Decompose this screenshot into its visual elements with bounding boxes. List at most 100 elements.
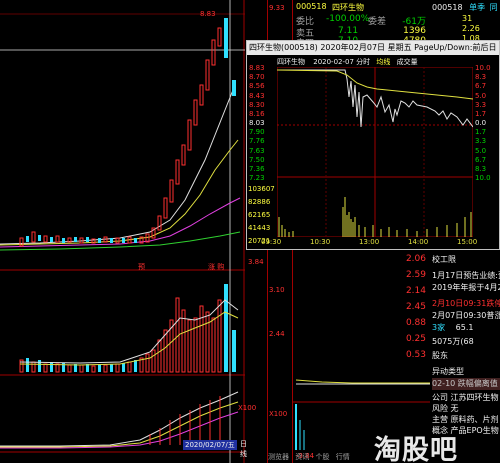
- popup-pct-tick: 1.7: [475, 109, 487, 118]
- news-line-4[interactable]: 2月07日09:30普涨: [432, 310, 500, 322]
- popup-time-tick: 10:30: [310, 238, 331, 246]
- popup-pct-tick: 5.0: [475, 91, 487, 100]
- news-header: 000518 单季 同: [432, 2, 500, 14]
- kline-svg: [0, 0, 245, 463]
- popup-price-tick: 8.30: [249, 100, 265, 109]
- news-code: 000518: [432, 3, 463, 12]
- popup-pct-tick: 3.3: [475, 100, 487, 109]
- bottom-tab-0[interactable]: 测览器: [268, 453, 289, 461]
- popup-pct-tick: 5.0: [475, 146, 487, 155]
- popup-price-tick: 7.50: [249, 155, 265, 164]
- popup-pct-tick: 6.7: [475, 155, 487, 164]
- popup-price-tick: 7.90: [249, 128, 265, 137]
- early-candles: [19, 18, 236, 247]
- popup-pct-tick: 1.7: [475, 128, 487, 137]
- stock-name: 四环生物: [332, 3, 364, 12]
- weibi-row: 委比 -100.00% 委差 -61万: [296, 14, 426, 27]
- popup-pct-tick: 10.0: [475, 64, 491, 72]
- vol-axis-label: X100: [238, 404, 257, 412]
- popup-pct-tick: 10.0: [475, 174, 491, 182]
- bottom-tab-1[interactable]: 资讯: [295, 453, 309, 461]
- watermark-logo: 淘股吧: [374, 435, 458, 463]
- popup-vol-tick: 41443: [248, 224, 271, 232]
- quote-num-4: 0.88: [405, 318, 426, 328]
- news-stat-1: 65.1: [455, 323, 474, 332]
- popup-vol-tick: 62165: [248, 211, 271, 219]
- news-val-0: 31: [462, 14, 473, 23]
- quote-num-1: 2.59: [405, 270, 426, 280]
- news-line-2[interactable]: 2019年年报于4月25: [432, 282, 500, 294]
- quote-header: 000518 四环生物: [292, 2, 430, 14]
- news-line-7: 5075万(68: [432, 337, 474, 346]
- popup-time-tick: 15:00: [457, 238, 478, 246]
- quote-row-f: 0.25: [296, 334, 426, 346]
- news-line-8: 股东: [432, 351, 448, 360]
- weibi-value: -100.00%: [326, 14, 370, 24]
- quote-num-0: 2.06: [405, 254, 426, 264]
- intraday-popup[interactable]: 四环生物(000518) 2020年02月07日 星期五 PageUp/Down…: [246, 40, 500, 250]
- bottom-tab-bar: 测览器 资讯 个股 行情: [268, 452, 350, 463]
- vol-scale-x100: X100: [269, 410, 288, 418]
- popup-chart-svg: [277, 67, 473, 237]
- popup-price-tick: 8.70: [249, 73, 265, 82]
- news-line-5-row: 3家 65.1: [432, 322, 500, 334]
- quote-row-g: 0.53: [296, 350, 426, 362]
- news-tab-0[interactable]: 单季: [469, 3, 485, 12]
- popup-pct-axis: 10.0 8.3 6.7 5.0 3.3 1.7 0.0 1.7 3.3 5.0 6.7 8.3 10.…: [473, 64, 499, 247]
- popup-price-tick: 8.16: [249, 109, 265, 118]
- quote-row-b: 2.59: [296, 270, 426, 282]
- quote-num-5: 0.25: [405, 334, 426, 344]
- popup-pct-tick: 8.3: [475, 164, 487, 173]
- popup-time-tick: 13:00: [359, 238, 380, 246]
- popup-price-tick: 7.63: [249, 146, 265, 155]
- sell5-price: 7.11: [338, 26, 359, 36]
- news-line-10[interactable]: 02-10 跌幅偏离值: [432, 378, 500, 390]
- quote-row-d: 2.45: [296, 302, 426, 314]
- popup-vol-tick: 103607: [248, 185, 275, 193]
- vol-scale-0: 3.10: [269, 286, 285, 294]
- quote-num-2: 2.14: [405, 286, 426, 296]
- popup-sub-vol: 成交量: [396, 58, 418, 66]
- bottom-tab-2[interactable]: 个股: [315, 453, 329, 461]
- quote-row-c: 2.14: [296, 286, 426, 298]
- sell5-vol: 1396: [403, 26, 426, 36]
- quote-num-6: 0.53: [405, 350, 426, 360]
- bottom-tab-3[interactable]: 行情: [336, 453, 350, 461]
- kline-chart-area[interactable]: 8.83 预 涨 购 2020/02/07/五 日线 X100 3.84: [0, 0, 264, 463]
- popup-price-tick: 7.76: [249, 137, 265, 146]
- popup-pct-tick: 6.7: [475, 82, 487, 91]
- popup-pct-tick: 8.3: [475, 73, 487, 82]
- popup-price-tick: 7.23: [249, 174, 265, 182]
- popup-sub-date: 2020-02-07 分时: [313, 58, 371, 66]
- vol-scale-1: 2.44: [269, 330, 285, 338]
- popup-price-tick: 8.56: [249, 82, 265, 91]
- popup-price-tick: 8.83: [249, 64, 265, 72]
- volume-bars: [19, 284, 236, 373]
- popup-sub-avg: 均线: [376, 58, 391, 66]
- popup-time-tick: 09:30: [261, 238, 282, 246]
- marker-a: 预: [138, 263, 145, 271]
- popup-title[interactable]: 四环生物(000518) 2020年02月07日 星期五 PageUp/Down…: [247, 41, 499, 55]
- popup-pct-tick: 3.3: [475, 137, 487, 146]
- quote-num-3: 2.45: [405, 302, 426, 312]
- quote-row-e: 0.88: [296, 318, 426, 330]
- news-line-0: 校工限: [432, 255, 456, 264]
- quote-row-a: 2.06: [296, 254, 426, 266]
- news-line-3[interactable]: 2月10日09:31跌停: [432, 298, 500, 310]
- stock-code: 000518: [296, 2, 327, 11]
- marker-b: 涨 购: [208, 263, 225, 271]
- popup-price-tick: 7.36: [249, 164, 265, 173]
- popup-time-tick: 14:00: [408, 238, 429, 246]
- popup-pct-tick: 0.0: [475, 119, 487, 127]
- news-line-1[interactable]: 1月17日预告业绩:预: [432, 270, 500, 282]
- popup-price-tick: 8.03: [249, 119, 265, 127]
- news-val-1: 2.26: [462, 24, 480, 33]
- news-line-6: 3家: [432, 323, 446, 332]
- popup-price-axis: 8.83 8.70 8.56 8.43 8.30 8.16 8.03 7.90 7.76 7.63…: [247, 64, 277, 247]
- date-label: 2020/02/07/五: [183, 440, 237, 450]
- popup-sub-name: 四环生物: [277, 58, 305, 66]
- top-price-label: 8.83: [200, 10, 216, 18]
- price-scale-0: 9.33: [269, 4, 285, 12]
- popup-price-tick: 8.43: [249, 91, 265, 100]
- news-tab-1[interactable]: 同: [490, 3, 498, 12]
